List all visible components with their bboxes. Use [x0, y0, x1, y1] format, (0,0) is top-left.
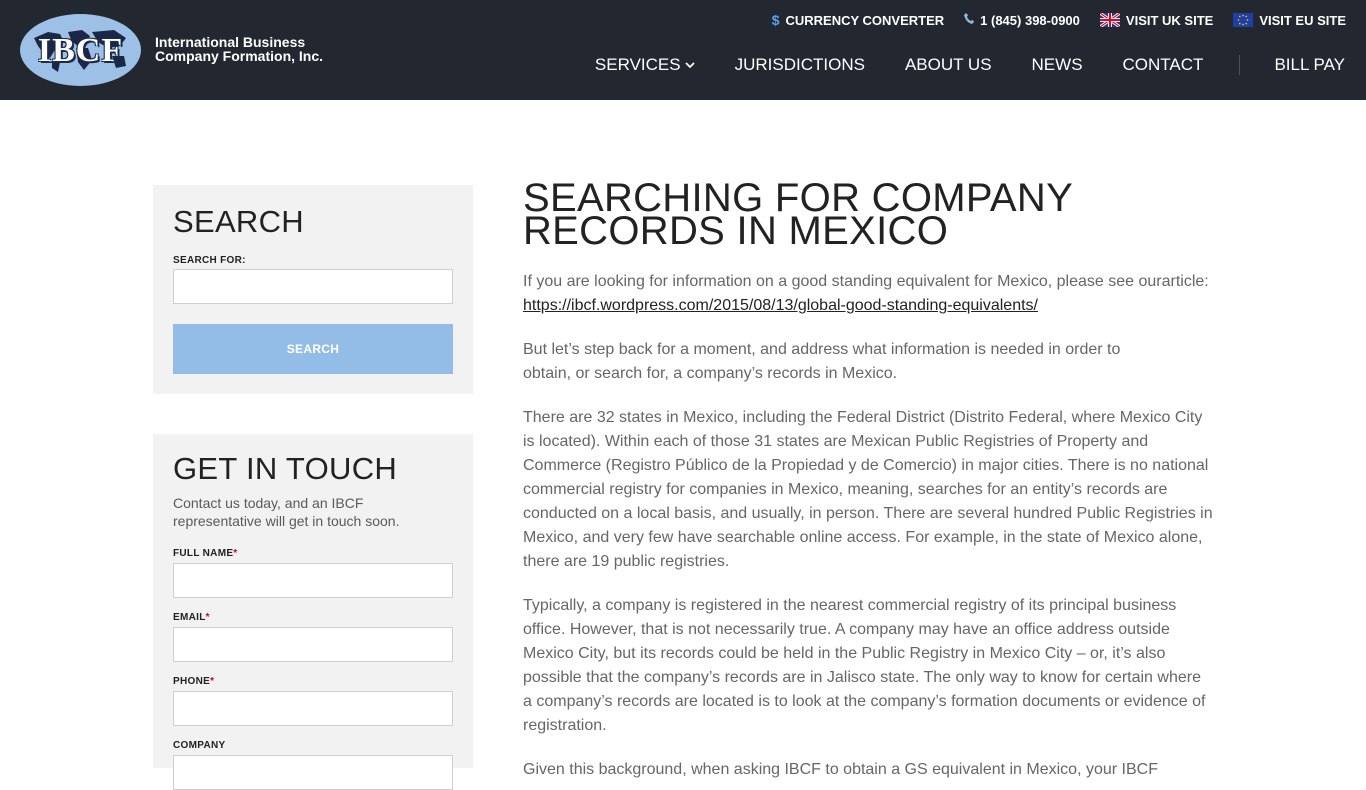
- contact-title: GET IN TOUCH: [173, 451, 398, 486]
- company-label: COMPANY: [173, 740, 226, 751]
- visit-uk-site-link[interactable]: VISIT UK SITE: [1099, 12, 1214, 28]
- site-header: IBCF International Business Company Form…: [0, 0, 1366, 100]
- contact-description: Contact us today, and an IBCF representa…: [173, 495, 400, 529]
- nav-news[interactable]: NEWS: [1012, 55, 1103, 75]
- nav-bill-pay[interactable]: BILL PAY: [1254, 55, 1366, 75]
- search-input[interactable]: [173, 269, 453, 304]
- article-paragraph-4: Typically, a company is registered in th…: [523, 597, 1206, 734]
- chevron-down-icon: [684, 61, 695, 68]
- article-paragraph-5: Given this background, when asking IBCF …: [523, 761, 1158, 778]
- company-field[interactable]: [173, 755, 453, 790]
- nav-services[interactable]: SERVICES: [575, 55, 715, 75]
- nav-services-label: SERVICES: [594, 55, 681, 74]
- article-title: SEARCHING FOR COMPANY RECORDS IN MEXICO: [523, 176, 1074, 253]
- eu-flag-icon: [1233, 13, 1254, 27]
- logo[interactable]: IBCF: [20, 14, 141, 86]
- good-standing-article-link[interactable]: https://ibcf.wordpress.com/2015/08/13/gl…: [523, 297, 1038, 314]
- nav-divider: [1239, 55, 1241, 75]
- phone-label: PHONE*: [173, 676, 215, 687]
- search-for-label: SEARCH FOR:: [173, 255, 246, 266]
- article-paragraph-1: If you are looking for information on a …: [523, 273, 1209, 314]
- article-paragraph-3: There are 32 states in Mexico, including…: [523, 409, 1213, 570]
- nav-about-us[interactable]: ABOUT US: [885, 55, 1012, 75]
- currency-converter-link[interactable]: $ CURRENCY CONVERTER: [772, 12, 944, 28]
- contact-widget: GET IN TOUCH Contact us today, and an IB…: [153, 434, 473, 790]
- visit-eu-site-link[interactable]: VISIT EU SITE: [1233, 13, 1346, 28]
- currency-converter-label: CURRENCY CONVERTER: [785, 12, 945, 28]
- company-name-line2: Company Formation, Inc.: [155, 48, 324, 64]
- dollar-icon: $: [771, 12, 780, 28]
- article-paragraph-2: But let’s step back for a moment, and ad…: [523, 341, 1121, 382]
- company-name[interactable]: International Business Company Formation…: [155, 35, 323, 63]
- article: SEARCHING FOR COMPANY RECORDS IN MEXICO …: [523, 176, 1213, 782]
- nav-jurisdictions[interactable]: JURISDICTIONS: [715, 55, 885, 75]
- full-name-field[interactable]: [173, 563, 453, 598]
- top-bar: $ CURRENCY CONVERTER 1 (845) 398-0900 VI…: [772, 12, 1346, 28]
- visit-eu-label: VISIT EU SITE: [1259, 12, 1346, 28]
- visit-uk-label: VISIT UK SITE: [1125, 12, 1214, 28]
- main-nav: SERVICES JURISDICTIONS ABOUT US NEWS CON…: [575, 54, 1366, 76]
- company-name-line1: International Business: [155, 34, 306, 50]
- search-title: SEARCH: [173, 204, 304, 239]
- email-label: EMAIL*: [173, 612, 210, 623]
- phone-field[interactable]: [173, 691, 453, 726]
- search-widget: SEARCH SEARCH FOR: SEARCH: [153, 185, 473, 394]
- email-field[interactable]: [173, 627, 453, 662]
- phone-link[interactable]: 1 (845) 398-0900: [964, 13, 1080, 28]
- search-button[interactable]: SEARCH: [173, 324, 453, 374]
- logo-text: IBCF: [37, 32, 124, 69]
- full-name-label: FULL NAME*: [173, 548, 238, 559]
- nav-contact[interactable]: CONTACT: [1103, 55, 1224, 75]
- phone-icon: [964, 13, 975, 27]
- uk-flag-icon: [1099, 13, 1120, 27]
- phone-number: 1 (845) 398-0900: [980, 12, 1080, 28]
